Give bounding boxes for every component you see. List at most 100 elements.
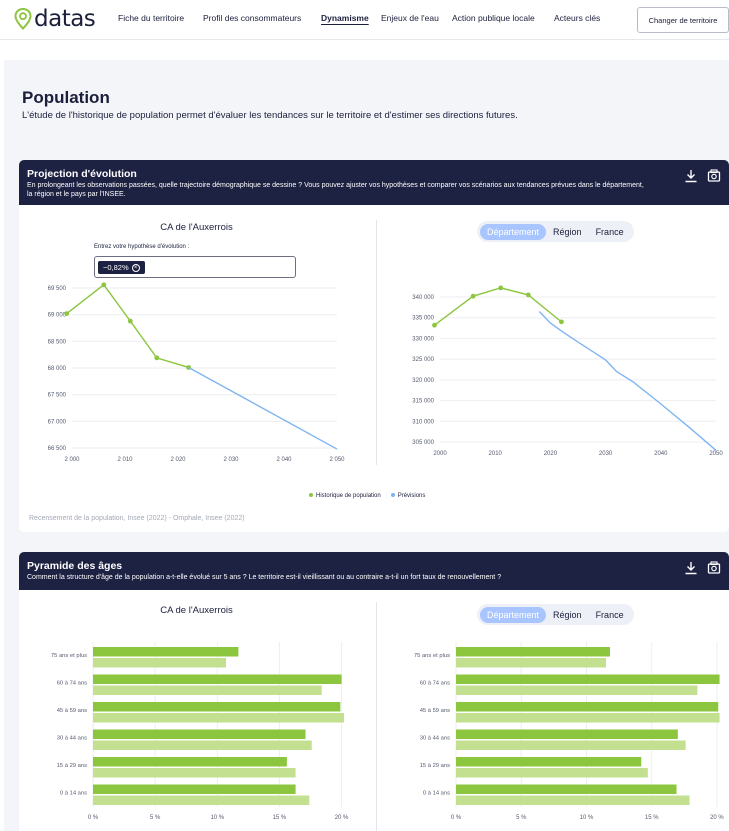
pyramid-chart-departement: 0 % 5 % 10 % 15 % 20 % 75 ans et plus 60 à 74 … xyxy=(414,642,724,821)
nav-item-action-publique[interactable]: Action publique locale xyxy=(452,13,535,23)
legend-forecast-swatch xyxy=(390,493,395,498)
age-bar xyxy=(456,658,607,668)
pyramid-chart-auxerrois: 0 % 5 % 10 % 15 % 20 % 75 ans et plus 60 à 74 … xyxy=(51,642,349,821)
age-bar xyxy=(93,784,296,794)
category-label: 30 à 44 ans xyxy=(420,736,450,742)
history-point xyxy=(101,282,107,288)
age-bar xyxy=(93,702,341,712)
x-tick-label: 0 % xyxy=(88,815,99,821)
pyramid-scope-toggle: Département Région France xyxy=(477,604,634,625)
change-territory-button[interactable]: Changer de territoire xyxy=(637,7,729,33)
x-tick-label: 2000 xyxy=(433,451,447,457)
y-tick-label: 67 500 xyxy=(48,393,67,399)
history-point xyxy=(127,318,133,324)
y-tick-label: 67 000 xyxy=(48,419,67,425)
x-tick-label: 2010 xyxy=(489,451,503,457)
pyramid-right-panel: Département Région France xyxy=(377,590,729,630)
history-point xyxy=(498,285,504,291)
history-point xyxy=(470,293,476,299)
age-bar xyxy=(93,713,345,723)
age-bar xyxy=(93,757,287,767)
y-tick-label: 69 000 xyxy=(48,313,67,319)
x-tick-label: 0 % xyxy=(451,815,462,821)
x-tick-label: 20 % xyxy=(335,815,349,821)
category-label: 60 à 74 ans xyxy=(420,681,450,687)
category-label: 15 à 29 ans xyxy=(420,763,450,769)
age-bar xyxy=(456,729,678,739)
y-tick-label: 310 000 xyxy=(412,419,434,425)
download-icon[interactable] xyxy=(684,169,698,183)
x-tick-label: 2 020 xyxy=(170,457,186,463)
projection-chart-departement: 305 000 310 000 315 000 320 000 325 000 330 0… xyxy=(412,285,723,457)
category-label: 15 à 29 ans xyxy=(57,763,87,769)
projection-description: En prolongeant les observations passées,… xyxy=(27,182,644,198)
forecast-line xyxy=(188,366,338,450)
tab-departement[interactable]: Département xyxy=(480,223,547,240)
x-tick-label: 10 % xyxy=(580,815,594,821)
tab-departement[interactable]: Département xyxy=(480,606,547,623)
y-tick-label: 315 000 xyxy=(412,399,434,405)
top-navigation: datas Fiche du territoire Profil des con… xyxy=(0,0,729,40)
category-label: 75 ans et plus xyxy=(414,653,450,659)
pyramid-left-title: CA de l'Auxerrois xyxy=(160,605,233,616)
tab-region[interactable]: Région xyxy=(546,607,589,623)
page-title: Population xyxy=(22,88,110,107)
age-bar xyxy=(93,795,310,805)
nav-item-enjeux-eau[interactable]: Enjeux de l'eau xyxy=(381,13,439,23)
category-label: 0 à 14 ans xyxy=(423,791,450,797)
nav-item-profil-consommateurs[interactable]: Profil des consommateurs xyxy=(203,13,301,23)
camera-icon[interactable] xyxy=(707,561,721,575)
y-tick-label: 330 000 xyxy=(412,336,434,342)
age-bar xyxy=(456,674,720,684)
x-tick-label: 2020 xyxy=(544,451,558,457)
tab-france[interactable]: France xyxy=(589,607,631,623)
age-bar xyxy=(456,702,719,712)
age-bar xyxy=(93,685,322,695)
x-tick-label: 15 % xyxy=(273,815,287,821)
history-point xyxy=(154,355,160,361)
projection-scope-toggle: Département Région France xyxy=(477,221,634,242)
projection-chart-auxerrois: 66 500 67 000 67 500 68 000 68 500 69 000 69 5… xyxy=(48,282,345,463)
download-icon[interactable] xyxy=(684,561,698,575)
x-tick-label: 20 % xyxy=(710,815,724,821)
logo[interactable]: datas xyxy=(14,6,96,32)
x-tick-label: 15 % xyxy=(645,815,659,821)
legend-history-swatch xyxy=(309,493,313,498)
x-tick-label: 2 010 xyxy=(117,457,133,463)
age-bar xyxy=(456,713,720,723)
age-bar xyxy=(456,757,642,767)
y-tick-label: 335 000 xyxy=(412,316,434,322)
x-tick-label: 5 % xyxy=(150,815,161,821)
location-pin-icon xyxy=(14,8,32,30)
x-tick-label: 2 030 xyxy=(223,457,239,463)
pyramid-header: Pyramide des âges Comment la structure d… xyxy=(19,552,729,590)
history-point xyxy=(432,322,437,328)
x-tick-label: 2 040 xyxy=(276,457,292,463)
history-line xyxy=(66,283,189,369)
age-bar xyxy=(93,674,342,684)
age-bar xyxy=(456,740,686,750)
y-tick-label: 320 000 xyxy=(412,378,434,384)
nav-item-fiche-territoire[interactable]: Fiche du territoire xyxy=(118,13,184,23)
tab-region[interactable]: Région xyxy=(546,224,589,240)
nav-item-acteurs-cles[interactable]: Acteurs clés xyxy=(554,13,600,23)
history-point xyxy=(559,319,564,325)
age-bar xyxy=(456,768,648,778)
projection-source: Recensement de la population, Insee (202… xyxy=(29,515,245,522)
age-bar xyxy=(456,795,690,805)
camera-icon[interactable] xyxy=(707,169,721,183)
pyramid-left-panel: CA de l'Auxerrois xyxy=(19,590,374,630)
y-tick-label: 340 000 xyxy=(412,295,434,301)
pyramid-description: Comment la structure d'âge de la populat… xyxy=(27,574,502,581)
x-tick-label: 2030 xyxy=(599,451,613,457)
history-point xyxy=(525,292,531,298)
nav-item-dynamisme[interactable]: Dynamisme xyxy=(321,13,369,23)
history-line xyxy=(434,287,562,326)
projection-left-title: CA de l'Auxerrois xyxy=(160,222,233,233)
category-label: 30 à 44 ans xyxy=(57,736,87,742)
legend-forecast: Prévisions xyxy=(390,493,425,499)
y-tick-label: 68 000 xyxy=(48,366,67,372)
y-tick-label: 66 500 xyxy=(48,446,67,452)
tab-france[interactable]: France xyxy=(589,224,631,240)
x-tick-label: 5 % xyxy=(516,815,527,821)
